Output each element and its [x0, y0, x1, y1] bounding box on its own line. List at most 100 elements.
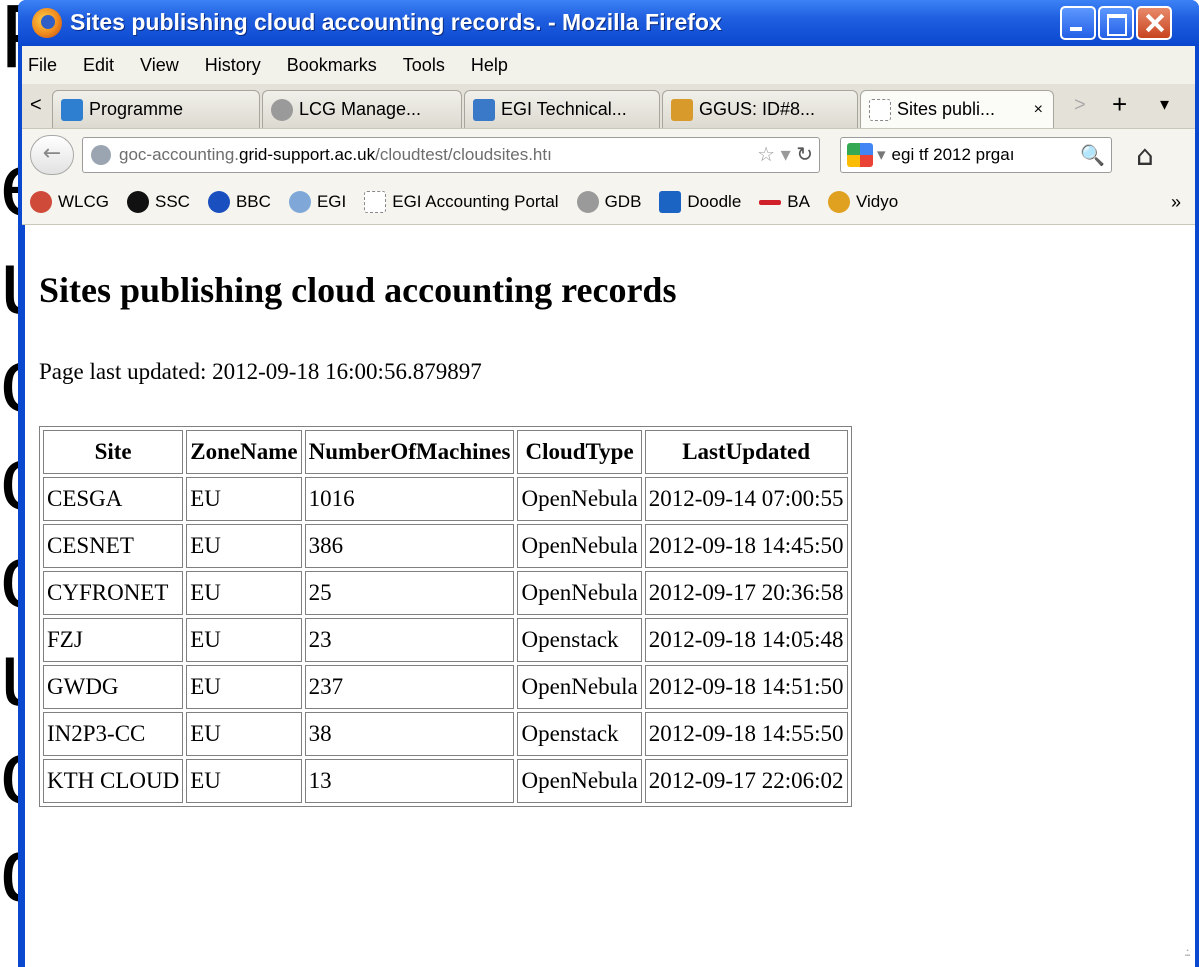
tab-lcg[interactable]: LCG Manage... [262, 90, 462, 128]
bookmark-ba[interactable]: BA [751, 192, 810, 212]
search-engine-dropdown-icon[interactable]: ▾ [877, 145, 886, 165]
window-title: Sites publishing cloud accounting record… [70, 9, 722, 35]
last-updated-text: Page last updated: 2012-09-18 16:00:56.8… [39, 359, 482, 384]
table-header-row: Site ZoneName NumberOfMachines CloudType… [43, 430, 848, 474]
page-title: Sites publishing cloud accounting record… [39, 270, 677, 310]
table-cell: 386 [304, 524, 515, 568]
page-content: Sites publishing cloud accounting record… [22, 225, 1195, 967]
table-row: KTH CLOUD EU 13 OpenNebula 2012-09-17 22… [43, 759, 848, 803]
bookmark-star-icon[interactable]: ☆ [757, 144, 775, 166]
table-cell: EU [186, 618, 302, 662]
table-cell: 2012-09-14 07:00:55 [644, 477, 848, 521]
tab-egi-technical[interactable]: EGI Technical... [464, 90, 660, 128]
bookmark-egi-accounting[interactable]: EGI Accounting Portal [356, 191, 559, 213]
table-cell: CYFRONET [43, 571, 184, 615]
back-button[interactable]: ← [30, 135, 74, 175]
bookmark-egi[interactable]: EGI [281, 191, 346, 213]
bookmarks-overflow-icon[interactable]: » [1171, 192, 1181, 213]
lcg-icon [271, 98, 293, 121]
search-bar[interactable]: ▾ egi tf 2012 prgaı 🔍 [840, 137, 1112, 173]
column-header: ZoneName [186, 430, 302, 474]
column-header: NumberOfMachines [304, 430, 515, 474]
url-bar[interactable]: goc-accounting. grid-support.ac.uk/cloudt… [82, 137, 820, 173]
tab-list-icon[interactable]: ▾ [1160, 94, 1169, 115]
table-cell: 2012-09-18 14:45:50 [644, 524, 848, 568]
bookmark-vidyo[interactable]: Vidyo [820, 191, 898, 213]
table-cell: Openstack [517, 618, 642, 662]
resize-grip-icon[interactable]: .:. [1184, 945, 1191, 961]
table-cell: 2012-09-18 14:05:48 [644, 618, 848, 662]
bbc-icon [207, 191, 230, 213]
blank-page-icon [869, 98, 891, 121]
menu-bookmarks[interactable]: Bookmarks [287, 55, 377, 76]
bookmark-label: BA [787, 192, 810, 211]
tab-close-icon[interactable]: × [1034, 101, 1043, 119]
menu-history[interactable]: History [205, 55, 261, 76]
bookmark-ssc[interactable]: SSC [119, 191, 190, 213]
globe-icon [91, 145, 111, 165]
bookmark-wlcg[interactable]: WLCG [22, 191, 109, 213]
close-button[interactable] [1136, 6, 1172, 40]
table-cell: EU [186, 712, 302, 756]
table-cell: CESNET [43, 524, 184, 568]
tab-label: EGI Technical... [501, 99, 627, 119]
history-dropdown-icon[interactable]: ▾ [781, 144, 791, 166]
ssc-icon [127, 191, 149, 213]
menu-view[interactable]: View [140, 55, 179, 76]
table-row: FZJ EU 23 Openstack 2012-09-18 14:05:48 [43, 618, 848, 662]
new-tab-icon[interactable]: + [1112, 89, 1127, 120]
table-cell: EU [186, 571, 302, 615]
table-cell: OpenNebula [517, 571, 642, 615]
menu-bar: File Edit View History Bookmarks Tools H… [22, 46, 1195, 84]
egi-icon [61, 98, 83, 121]
table-cell: 2012-09-17 22:06:02 [644, 759, 848, 803]
table-cell: OpenNebula [517, 524, 642, 568]
tab-label: Sites publi... [897, 99, 996, 119]
blank-page-icon [364, 191, 387, 213]
tab-scroll-left-icon[interactable]: < [30, 94, 42, 117]
bookmark-label: SSC [155, 192, 190, 211]
menu-file[interactable]: File [28, 55, 57, 76]
table-cell: KTH CLOUD [43, 759, 184, 803]
maximize-button[interactable] [1098, 6, 1134, 40]
tab-programme[interactable]: Programme [52, 90, 260, 128]
table-cell: 2012-09-18 14:55:50 [644, 712, 848, 756]
bookmark-label: EGI [316, 192, 347, 211]
tab-sites-active[interactable]: Sites publi... × [860, 90, 1054, 128]
vidyo-icon [827, 191, 850, 213]
bookmarks-toolbar: WLCG SSC BBC EGI EGI Accounting Portal G… [22, 180, 1195, 225]
table-cell: OpenNebula [517, 759, 642, 803]
title-bar[interactable]: Sites publishing cloud accounting record… [18, 0, 1199, 46]
menu-tools[interactable]: Tools [403, 55, 445, 76]
gdb-icon [576, 191, 599, 213]
table-cell: 2012-09-17 20:36:58 [644, 571, 848, 615]
back-arrow-icon: ← [42, 141, 62, 166]
search-text: egi tf 2012 prgaı [891, 145, 1015, 164]
menu-help[interactable]: Help [471, 55, 508, 76]
tab-label: GGUS: ID#8... [699, 99, 816, 119]
bookmark-doodle[interactable]: Doodle [651, 191, 741, 213]
table-cell: EU [186, 665, 302, 709]
url-path: /cloudtest/cloudsites.htı [375, 145, 552, 164]
bookmark-gdb[interactable]: GDB [569, 191, 641, 213]
google-icon [847, 143, 873, 167]
tab-ggus[interactable]: GGUS: ID#8... [662, 90, 858, 128]
table-cell: 13 [304, 759, 515, 803]
tab-scroll-right-icon[interactable]: > [1074, 94, 1086, 117]
table-row: GWDG EU 237 OpenNebula 2012-09-18 14:51:… [43, 665, 848, 709]
url-host: goc-accounting. [119, 145, 240, 164]
reload-icon[interactable]: ↻ [796, 144, 813, 166]
firefox-icon [32, 8, 62, 38]
navigation-bar: ← goc-accounting. grid-support.ac.uk/clou… [22, 128, 1195, 181]
browser-client: File Edit View History Bookmarks Tools H… [22, 46, 1195, 967]
bookmark-bbc[interactable]: BBC [200, 191, 271, 213]
table-cell: 23 [304, 618, 515, 662]
ggus-icon [671, 98, 693, 121]
menu-edit[interactable]: Edit [83, 55, 114, 76]
home-icon[interactable]: ⌂ [1136, 139, 1154, 172]
table-row: CESGA EU 1016 OpenNebula 2012-09-14 07:0… [43, 477, 848, 521]
minimize-button[interactable] [1060, 6, 1096, 40]
table-cell: Openstack [517, 712, 642, 756]
table-cell: 1016 [304, 477, 515, 521]
search-icon[interactable]: 🔍 [1080, 143, 1105, 168]
